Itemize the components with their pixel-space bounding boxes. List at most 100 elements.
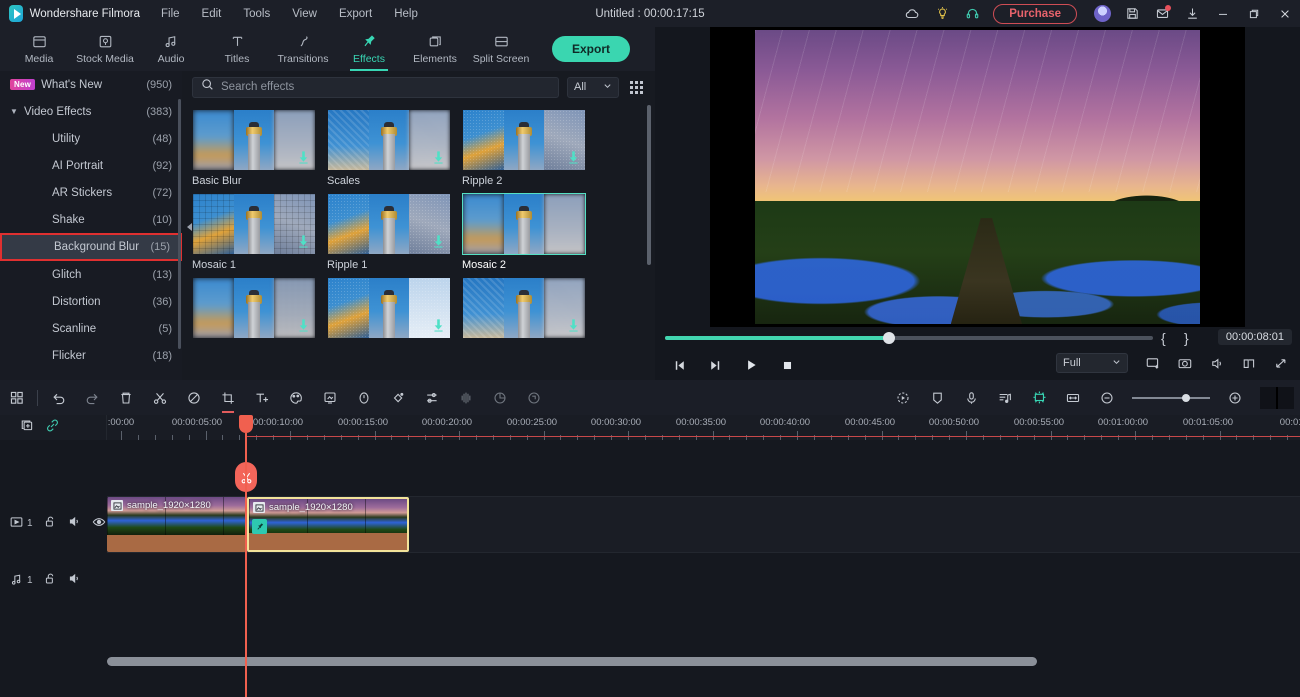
preview-scrubber[interactable] bbox=[665, 332, 1153, 344]
effect-thumbnail[interactable] bbox=[327, 193, 451, 255]
timeline-clip[interactable]: sample_1920×1280 bbox=[107, 497, 246, 552]
sidebar-item-video-effects[interactable]: ▼ Video Effects (383) bbox=[0, 98, 182, 125]
effects-filter-dropdown[interactable]: All bbox=[567, 76, 619, 98]
panel-collapse-button[interactable] bbox=[183, 212, 195, 242]
effect-thumbnail[interactable] bbox=[462, 277, 586, 339]
tab-elements[interactable]: Elements bbox=[402, 27, 468, 71]
tab-split-screen[interactable]: Split Screen bbox=[468, 27, 534, 71]
save-icon[interactable] bbox=[1117, 0, 1147, 27]
unlock-icon[interactable] bbox=[44, 572, 57, 588]
play-button[interactable] bbox=[735, 353, 767, 377]
text-add-icon[interactable] bbox=[245, 380, 279, 415]
download-icon[interactable] bbox=[297, 150, 310, 165]
close-button[interactable] bbox=[1269, 0, 1300, 27]
effect-card[interactable] bbox=[462, 277, 586, 339]
download-icon[interactable] bbox=[297, 318, 310, 333]
download-icon[interactable] bbox=[567, 150, 580, 165]
download-icon[interactable] bbox=[1177, 0, 1207, 27]
effect-thumbnail[interactable] bbox=[192, 193, 316, 255]
quality-dropdown[interactable]: Full bbox=[1056, 353, 1128, 373]
sidebar-item-ai-portrait[interactable]: AI Portrait (92) bbox=[0, 152, 182, 179]
record-icon[interactable] bbox=[483, 380, 517, 415]
snapshot-monitor-icon[interactable] bbox=[1138, 351, 1168, 375]
marker-icon[interactable] bbox=[920, 380, 954, 415]
crop-icon[interactable] bbox=[1234, 351, 1264, 375]
effect-thumbnail[interactable] bbox=[462, 193, 586, 255]
cloud-icon[interactable] bbox=[897, 0, 927, 27]
undo-icon[interactable] bbox=[41, 380, 75, 415]
effect-thumbnail[interactable] bbox=[192, 109, 316, 171]
effect-card[interactable]: Mosaic 1 bbox=[192, 193, 316, 271]
effect-card[interactable] bbox=[192, 277, 316, 339]
zoom-slider-handle[interactable] bbox=[1182, 393, 1190, 402]
effect-card[interactable]: Ripple 2 bbox=[462, 109, 586, 187]
sidebar-item-shake[interactable]: Shake (10) bbox=[0, 206, 182, 233]
no-effect-icon[interactable] bbox=[177, 380, 211, 415]
effect-card[interactable] bbox=[327, 277, 451, 339]
zoom-out-icon[interactable] bbox=[1090, 380, 1124, 415]
download-icon[interactable] bbox=[297, 234, 310, 249]
detach-audio-icon[interactable] bbox=[517, 380, 551, 415]
render-bar-indicator[interactable] bbox=[1260, 386, 1294, 409]
sidebar-item-background-blur[interactable]: Background Blur (15) bbox=[0, 233, 182, 261]
download-icon[interactable] bbox=[432, 318, 445, 333]
search-input[interactable] bbox=[221, 81, 550, 93]
purchase-button[interactable]: Purchase bbox=[993, 3, 1077, 24]
unlock-icon[interactable] bbox=[44, 515, 57, 531]
prev-frame-button[interactable] bbox=[663, 353, 695, 377]
tab-media[interactable]: Media bbox=[6, 27, 72, 71]
fullscreen-icon[interactable] bbox=[1266, 351, 1296, 375]
volume-icon[interactable] bbox=[1202, 351, 1232, 375]
add-track-icon[interactable] bbox=[20, 418, 35, 438]
mute-icon[interactable] bbox=[68, 515, 81, 531]
link-icon[interactable] bbox=[45, 418, 60, 438]
effect-card[interactable]: Ripple 1 bbox=[327, 193, 451, 271]
tab-titles[interactable]: Titles bbox=[204, 27, 270, 71]
preview-timecode[interactable]: 00:00:08:01 bbox=[1217, 329, 1292, 345]
stop-button[interactable] bbox=[771, 353, 803, 377]
mute-icon[interactable] bbox=[68, 572, 81, 588]
menu-file[interactable]: File bbox=[150, 5, 191, 23]
zoom-slider[interactable] bbox=[1132, 393, 1210, 402]
search-box[interactable] bbox=[192, 76, 559, 98]
zoom-in-icon[interactable] bbox=[1218, 380, 1252, 415]
mark-in-button[interactable]: { bbox=[1161, 330, 1166, 346]
effect-applied-icon[interactable] bbox=[252, 519, 267, 534]
effect-thumbnail[interactable] bbox=[462, 109, 586, 171]
minimize-button[interactable] bbox=[1207, 0, 1238, 27]
download-icon[interactable] bbox=[432, 150, 445, 165]
video-track-header[interactable]: 1 bbox=[0, 515, 107, 531]
green-screen-icon[interactable] bbox=[313, 380, 347, 415]
adjust-icon[interactable] bbox=[415, 380, 449, 415]
camera-icon[interactable] bbox=[1170, 351, 1200, 375]
effect-thumbnail[interactable] bbox=[327, 277, 451, 339]
tips-icon[interactable] bbox=[927, 0, 957, 27]
project-media-icon[interactable] bbox=[0, 380, 34, 415]
effect-thumbnail[interactable] bbox=[327, 109, 451, 171]
support-icon[interactable] bbox=[957, 0, 987, 27]
audio-track-header[interactable]: 1 bbox=[0, 572, 107, 588]
menu-export[interactable]: Export bbox=[328, 5, 383, 23]
voiceover-icon[interactable] bbox=[954, 380, 988, 415]
download-icon[interactable] bbox=[432, 234, 445, 249]
video-track-lane[interactable]: sample_1920×1280 sample_1920×1280 bbox=[107, 497, 1300, 552]
video-frame[interactable] bbox=[755, 30, 1200, 324]
avatar-icon[interactable] bbox=[1087, 0, 1117, 27]
playhead-handle[interactable] bbox=[239, 415, 253, 433]
sidebar-scrollbar[interactable] bbox=[178, 99, 181, 349]
tab-audio[interactable]: Audio bbox=[138, 27, 204, 71]
sidebar-item-glitch[interactable]: Glitch (13) bbox=[0, 261, 182, 288]
sidebar-item-scanline[interactable]: Scanline (5) bbox=[0, 315, 182, 342]
color-icon[interactable] bbox=[279, 380, 313, 415]
mark-out-button[interactable]: } bbox=[1184, 330, 1189, 346]
grid-view-icon[interactable] bbox=[627, 80, 645, 94]
tab-transitions[interactable]: Transitions bbox=[270, 27, 336, 71]
export-button[interactable]: Export bbox=[552, 36, 631, 62]
sidebar-item-ar-stickers[interactable]: AR Stickers (72) bbox=[0, 179, 182, 206]
restore-button[interactable] bbox=[1238, 0, 1269, 27]
effect-card-selected[interactable]: Mosaic 2 bbox=[462, 193, 586, 271]
chevron-down-icon[interactable]: ▼ bbox=[10, 107, 22, 116]
effect-thumbnail[interactable] bbox=[192, 277, 316, 339]
eye-icon[interactable] bbox=[92, 516, 106, 531]
crop-icon[interactable] bbox=[211, 380, 245, 415]
